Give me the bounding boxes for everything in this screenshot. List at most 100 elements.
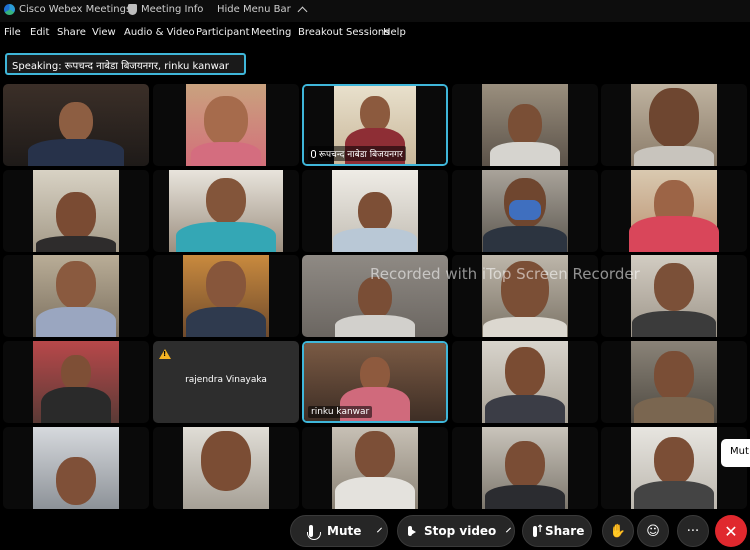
video-tile[interactable]: [3, 84, 149, 166]
video-tile-active-speaker[interactable]: रूपचन्द नाबेडा बिजयनगर: [302, 84, 448, 166]
participant-head: [508, 104, 542, 146]
webex-logo-icon: [4, 4, 15, 15]
menu-edit[interactable]: Edit: [30, 27, 49, 38]
participant-head: [649, 88, 699, 148]
participant-head: [358, 277, 392, 319]
warning-icon: [159, 349, 171, 359]
app-title: Cisco Webex Meetings: [19, 4, 132, 15]
video-tile[interactable]: [302, 170, 448, 252]
participant-body: [634, 146, 714, 166]
microphone-icon: [307, 525, 321, 540]
participant-body: [485, 485, 565, 509]
participant-body: [191, 142, 261, 166]
video-tile[interactable]: [153, 255, 299, 337]
video-tile-no-video[interactable]: rajendra Vinayaka: [153, 341, 299, 423]
video-tile[interactable]: [302, 427, 448, 509]
active-speaker-banner: Speaking: रूपचन्द नाबेडा बिजयनगर, rinku …: [5, 53, 246, 75]
menu-file[interactable]: File: [4, 27, 21, 38]
close-icon: ✕: [724, 521, 738, 541]
participant-head: [355, 431, 395, 479]
video-tile[interactable]: [601, 255, 747, 337]
shield-icon: [128, 4, 137, 15]
participant-body: [483, 226, 567, 252]
participant-body: [335, 315, 415, 337]
video-tile[interactable]: [452, 255, 598, 337]
chevron-down-icon[interactable]: [377, 527, 383, 532]
hide-menu-bar-button[interactable]: Hide Menu Bar: [217, 4, 308, 17]
video-tile[interactable]: [3, 341, 149, 423]
side-mute-chip[interactable]: Mut: [721, 439, 750, 467]
raise-hand-button[interactable]: ✋: [602, 515, 634, 547]
video-tile[interactable]: [153, 84, 299, 166]
video-tile[interactable]: [3, 255, 149, 337]
participant-body: [41, 387, 111, 423]
share-label: Share: [545, 524, 585, 538]
menu-share[interactable]: Share: [57, 27, 86, 38]
participant-body: [634, 481, 714, 509]
more-options-button[interactable]: ···: [677, 515, 709, 547]
video-tile-active-speaker[interactable]: rinku kanwar: [302, 341, 448, 423]
video-tile[interactable]: [302, 255, 448, 337]
participant-head: [56, 192, 96, 240]
video-tile[interactable]: [452, 427, 598, 509]
video-tile[interactable]: [601, 341, 747, 423]
participant-head: [56, 457, 96, 505]
video-tile[interactable]: [601, 170, 747, 252]
menu-audio-video[interactable]: Audio & Video: [124, 27, 195, 38]
stop-video-button[interactable]: Stop video: [397, 515, 515, 547]
share-button[interactable]: Share: [522, 515, 592, 547]
participant-body: [333, 228, 417, 252]
smile-icon: ☺: [646, 523, 660, 539]
participant-body: [335, 477, 415, 509]
chevron-up-icon: [297, 6, 308, 17]
video-tile[interactable]: [452, 341, 598, 423]
participant-body: [490, 142, 560, 166]
participant-head: [505, 441, 545, 489]
participant-head: [358, 192, 392, 232]
participant-head: [505, 347, 545, 397]
participant-name-label: रूपचन्द नाबेडा बिजयनगर: [308, 146, 406, 161]
participant-head: [204, 96, 248, 146]
title-bar: Cisco Webex Meetings Meeting Info Hide M…: [0, 0, 750, 22]
video-tile[interactable]: [153, 427, 299, 509]
end-meeting-button[interactable]: ✕: [715, 515, 747, 547]
participant-head: [654, 351, 694, 401]
participant-body: [28, 139, 124, 166]
participant-head: [59, 102, 93, 142]
participant-body: [629, 216, 719, 252]
participant-head: [501, 261, 549, 319]
menu-meeting[interactable]: Meeting: [251, 27, 291, 38]
meeting-info-label: Meeting Info: [141, 4, 204, 15]
share-screen-icon: [533, 524, 544, 537]
menu-breakout-sessions[interactable]: Breakout Sessions: [298, 27, 389, 38]
participant-head: [56, 261, 96, 309]
menu-help[interactable]: Help: [383, 27, 406, 38]
participant-head: [360, 96, 390, 132]
reactions-button[interactable]: ☺: [637, 515, 669, 547]
mute-button[interactable]: Mute: [290, 515, 388, 547]
video-tile[interactable]: [3, 170, 149, 252]
video-tile[interactable]: [452, 84, 598, 166]
video-tile[interactable]: [153, 170, 299, 252]
participant-body: [36, 307, 116, 337]
menu-participant[interactable]: Participant: [196, 27, 250, 38]
menu-view[interactable]: View: [92, 27, 116, 38]
participant-body: [36, 236, 116, 252]
participant-head: [654, 437, 694, 485]
video-tile[interactable]: [452, 170, 598, 252]
participant-head: [509, 200, 541, 220]
video-tile[interactable]: [3, 427, 149, 509]
mic-icon: [311, 150, 316, 158]
participant-body: [186, 307, 266, 337]
participant-body: [176, 222, 276, 252]
hide-menu-bar-label: Hide Menu Bar: [217, 4, 291, 15]
participant-body: [632, 311, 716, 337]
participant-name-label: rinku kanwar: [308, 406, 373, 418]
participant-body: [485, 395, 565, 423]
chevron-down-icon[interactable]: [506, 527, 512, 532]
participant-body: [634, 397, 714, 423]
app-title-group: Cisco Webex Meetings: [4, 4, 131, 15]
video-tile[interactable]: [601, 84, 747, 166]
participant-name-label: rajendra Vinayaka: [185, 375, 267, 385]
meeting-info-button[interactable]: Meeting Info: [128, 4, 203, 15]
